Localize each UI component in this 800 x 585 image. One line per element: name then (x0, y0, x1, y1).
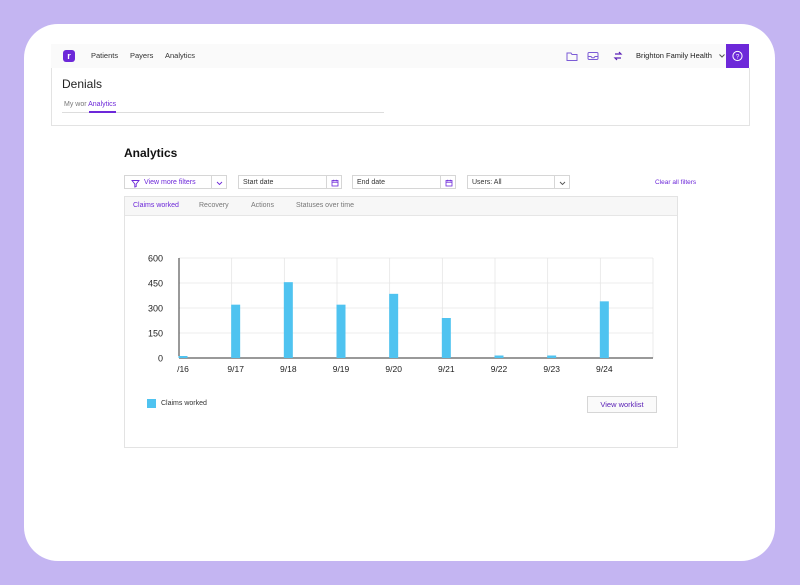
view-more-filters-label: View more filters (144, 179, 196, 186)
folder-icon[interactable] (565, 49, 579, 63)
x-tick-label: /16 (177, 364, 189, 374)
y-tick-label: 300 (148, 304, 163, 314)
users-select[interactable]: Users: All (467, 175, 570, 189)
inbox-icon[interactable] (586, 49, 600, 63)
x-tick-label: 9/17 (227, 364, 244, 374)
calendar-icon[interactable] (445, 179, 453, 187)
filter-icon (131, 179, 140, 188)
org-name: Brighton Family Health (636, 51, 712, 60)
x-tick-label: 9/21 (438, 364, 455, 374)
end-date-input[interactable]: End date (352, 175, 456, 189)
start-date-placeholder: Start date (243, 179, 274, 186)
users-select-value: Users: All (472, 179, 502, 186)
help-icon: ? (732, 50, 743, 62)
app-window: r Patients Payers Analytics Brighton Fam… (24, 24, 775, 561)
bar-9-21 (441, 318, 451, 358)
end-date-placeholder: End date (357, 179, 386, 186)
chevron-down-icon (719, 54, 725, 58)
view-worklist-button[interactable]: View worklist (587, 396, 657, 413)
bar-9-24 (599, 301, 609, 358)
bar-9-22 (494, 355, 504, 358)
switch-org-icon (613, 51, 623, 61)
analytics-card: Claims worked Recovery Actions Statuses … (124, 196, 678, 448)
analytics-heading: Analytics (124, 146, 178, 160)
view-more-filters-button[interactable]: View more filters (124, 175, 227, 189)
page-header-panel (51, 68, 750, 126)
clear-all-filters-link[interactable]: Clear all filters (655, 179, 696, 186)
bar-9-17 (231, 304, 241, 358)
x-tick-label: 9/20 (385, 364, 402, 374)
svg-text:?: ? (736, 53, 740, 60)
claims-worked-bar-chart: 600 450 300 150 0/16 9/17 9/18 9/19 9/20 9/21 9/22… (148, 254, 654, 374)
bar--16 (178, 356, 188, 358)
chevron-down-icon (559, 181, 566, 185)
breadcrumb-analytics[interactable]: Analytics (88, 101, 116, 108)
y-tick-label: 600 (148, 254, 163, 264)
org-selector[interactable]: Brighton Family Health (636, 44, 726, 68)
nav-link-analytics[interactable]: Analytics (165, 44, 195, 68)
page-title: Denials (62, 77, 103, 91)
nav-link-payers[interactable]: Payers (130, 44, 153, 68)
app-logo-icon[interactable]: r (63, 50, 75, 62)
bar-9-23 (547, 355, 557, 358)
y-tick-label: 150 (148, 329, 163, 339)
x-tick-label: 9/19 (333, 364, 350, 374)
bar-9-20 (389, 293, 399, 358)
top-nav: r Patients Payers Analytics Brighton Fam… (51, 44, 749, 69)
calendar-icon[interactable] (331, 179, 339, 187)
legend-label: Claims worked (161, 400, 207, 407)
breadcrumb-worklist[interactable]: My wor (64, 101, 87, 108)
x-tick-label: 9/22 (491, 364, 508, 374)
x-tick-label: 9/24 (596, 364, 613, 374)
help-button[interactable]: ? (726, 44, 749, 68)
breadcrumb: My wor Analytics (64, 101, 116, 108)
y-tick-label: 0 (158, 354, 163, 364)
chevron-down-icon (216, 181, 223, 185)
y-tick-label: 450 (148, 279, 163, 289)
x-tick-label: 9/23 (543, 364, 560, 374)
breadcrumb-active-underline (89, 111, 116, 113)
bar-9-18 (283, 282, 293, 358)
nav-link-patients[interactable]: Patients (91, 44, 118, 68)
bar-9-19 (336, 304, 346, 358)
x-tick-label: 9/18 (280, 364, 297, 374)
legend-swatch (147, 399, 156, 408)
start-date-input[interactable]: Start date (238, 175, 342, 189)
